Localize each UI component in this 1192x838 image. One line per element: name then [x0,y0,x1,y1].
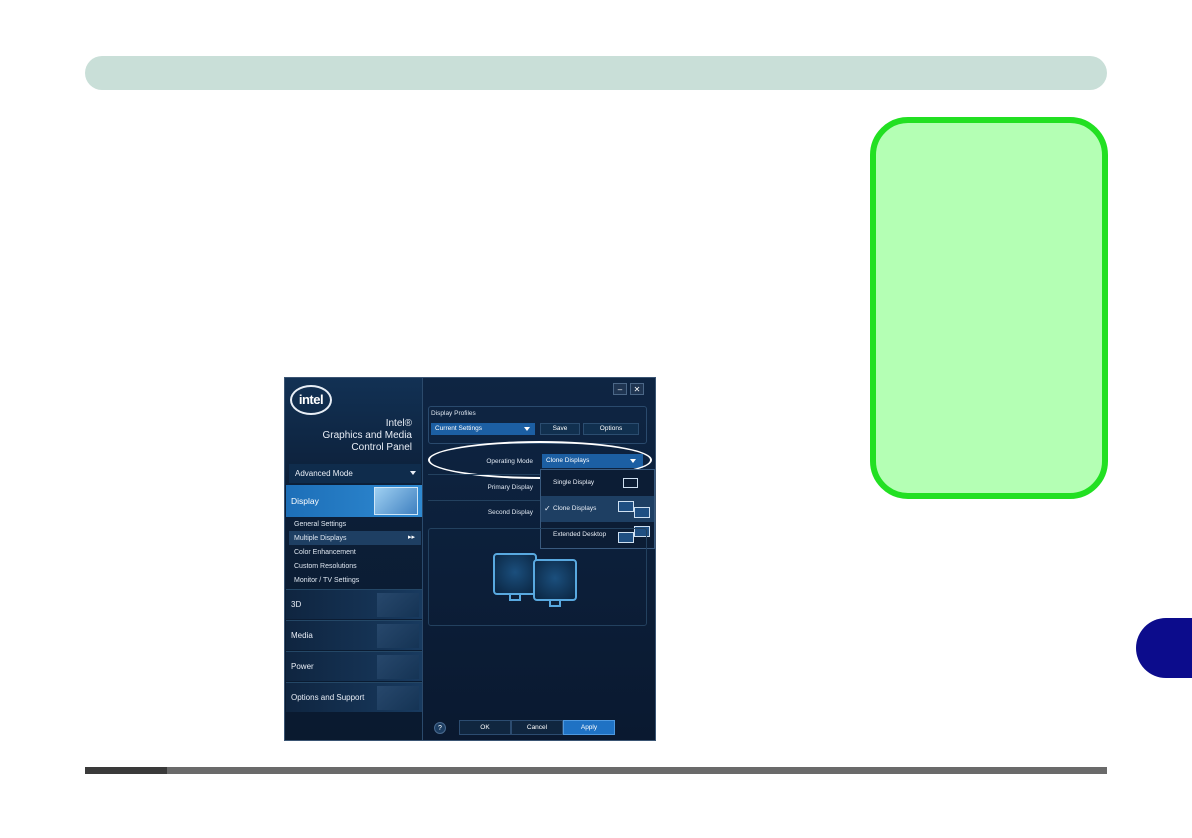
monitor-icon [493,553,537,601]
sub-item-multiple-displays[interactable]: Multiple Displays [294,532,347,545]
app-title-line: Control Panel [351,442,412,453]
category-options-support[interactable]: Options and Support [286,682,422,712]
clone-display-icon [634,507,650,518]
profiles-label: Display Profiles [431,410,476,417]
sub-item-monitor-tv-settings[interactable]: Monitor / TV Settings [294,574,359,587]
category-label: Options and Support [291,693,365,702]
save-button[interactable]: Save [540,423,580,435]
category-3d[interactable]: 3D [286,589,422,619]
footer-rule-accent [85,767,167,774]
main-content: – ✕ Display Profiles Current Settings Sa… [423,378,655,740]
close-button[interactable]: ✕ [630,383,644,395]
section-tab-marker [1136,618,1192,678]
power-icon [377,655,419,679]
chevron-down-icon [524,427,530,431]
chevron-down-icon [410,471,416,475]
category-display[interactable]: Display [286,485,422,517]
menu-item-label: Clone Displays [553,505,597,512]
profile-dropdown-value: Current Settings [435,425,482,432]
ok-button[interactable]: OK [459,720,511,735]
category-media[interactable]: Media [286,620,422,650]
cancel-button[interactable]: Cancel [511,720,563,735]
category-label: Power [291,662,314,671]
sub-item-color-enhancement[interactable]: Color Enhancement [294,546,356,559]
menu-item-clone-displays[interactable]: ✓ Clone Displays [541,496,654,522]
help-button[interactable]: ? [434,722,446,734]
app-title-line: Intel® [385,418,412,429]
app-title-line: Graphics and Media [322,430,413,441]
single-display-icon [623,478,638,488]
3d-icon [377,593,419,617]
second-display-label: Second Display [487,509,533,516]
mode-dropdown[interactable]: Advanced Mode [289,464,421,483]
minimize-button[interactable]: – [613,383,627,395]
clone-display-icon [618,501,634,512]
options-icon [377,686,419,710]
primary-display-label: Primary Display [487,484,533,491]
divider [428,474,541,475]
options-button[interactable]: Options [583,423,639,435]
category-label: Media [291,631,313,640]
display-graphic-panel [428,528,647,626]
divider [428,500,541,501]
intel-control-panel-window: intel Intel® Graphics and Media Control … [285,378,655,740]
sub-item-general-settings[interactable]: General Settings [294,518,346,531]
monitor-icon [533,559,577,607]
category-power[interactable]: Power [286,651,422,681]
media-icon [377,624,419,648]
header-bar [85,56,1107,90]
sub-item-custom-resolutions[interactable]: Custom Resolutions [294,560,357,573]
double-arrow-icon: ▸▸ [407,534,415,541]
apply-button[interactable]: Apply [563,720,615,735]
profile-dropdown[interactable]: Current Settings [431,423,535,435]
app-title: Intel® Graphics and Media Control Panel [323,418,413,454]
menu-item-label: Single Display [553,479,595,486]
intel-logo: intel [290,385,332,415]
display-icon [374,487,418,515]
note-callout-box [870,117,1108,499]
footer-rule [85,767,1107,774]
menu-item-single-display[interactable]: Single Display [541,470,654,496]
sidebar: intel Intel® Graphics and Media Control … [285,378,423,740]
mode-dropdown-label: Advanced Mode [295,469,353,478]
category-label: Display [291,496,319,506]
check-icon: ✓ [544,504,551,513]
category-label: 3D [291,600,302,609]
